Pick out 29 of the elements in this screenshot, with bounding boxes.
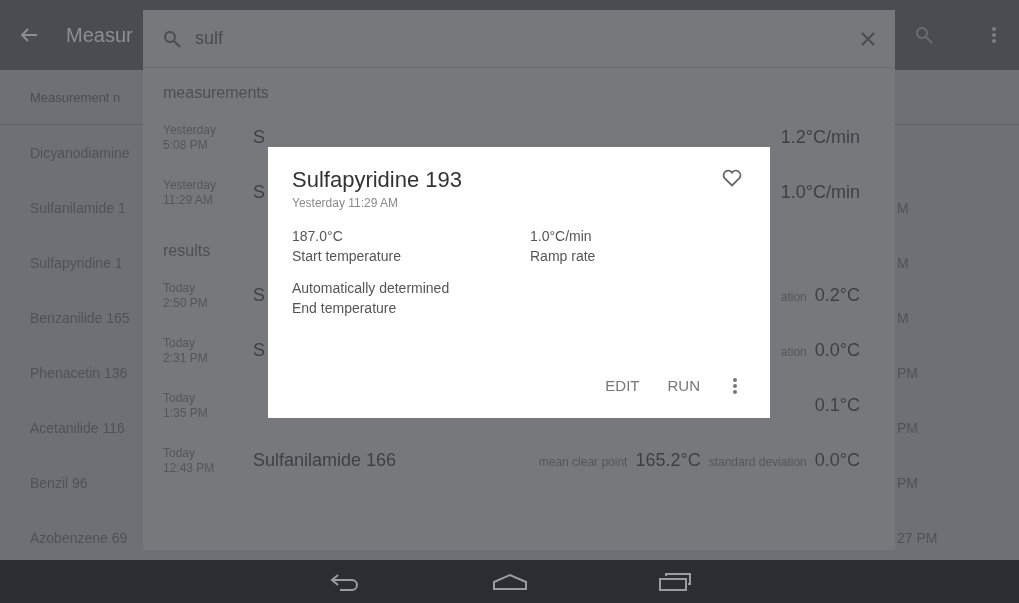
home-nav-icon[interactable] [491, 572, 528, 591]
field-value: 1.0°C/min [530, 228, 593, 244]
heart-icon[interactable] [722, 169, 742, 187]
field-value: 187.0°C [292, 228, 344, 244]
recents-nav-icon[interactable] [657, 571, 692, 592]
stat-value: 0.1°C [814, 395, 860, 416]
dialog-subtitle: Yesterday 11:29 AM [292, 196, 400, 210]
stat-value: 0.0°C [814, 450, 860, 471]
app-bar-title: Measur [66, 23, 133, 47]
result-title[interactable]: S [253, 340, 265, 360]
more-options-icon[interactable] [732, 376, 738, 395]
stat-value: 1.0°C/min [780, 182, 860, 203]
stat-value: 0.2°C [814, 285, 860, 306]
stat-value: 165.2°C [635, 450, 701, 471]
action-button[interactable]: EDIT [595, 371, 650, 400]
result-title[interactable]: Sulfanilamide 166 [253, 450, 397, 470]
field-value: Automatically determined [292, 280, 451, 296]
back-arrow-icon[interactable] [20, 27, 38, 43]
result-title[interactable]: S [253, 182, 265, 202]
action-button[interactable]: RUN [657, 371, 710, 400]
stat-value: 1.2°C/min [780, 127, 860, 148]
field-label: End temperature [292, 300, 398, 316]
stat-value: 0.0°C [814, 340, 860, 361]
result-title[interactable]: S [253, 285, 265, 305]
result-title[interactable]: S [253, 127, 265, 147]
field-label: Start temperature [292, 248, 402, 264]
field-label: Ramp rate [530, 248, 597, 264]
dialog-title: Sulfapyridine 193 [292, 167, 462, 193]
more-options-icon[interactable] [991, 26, 997, 44]
